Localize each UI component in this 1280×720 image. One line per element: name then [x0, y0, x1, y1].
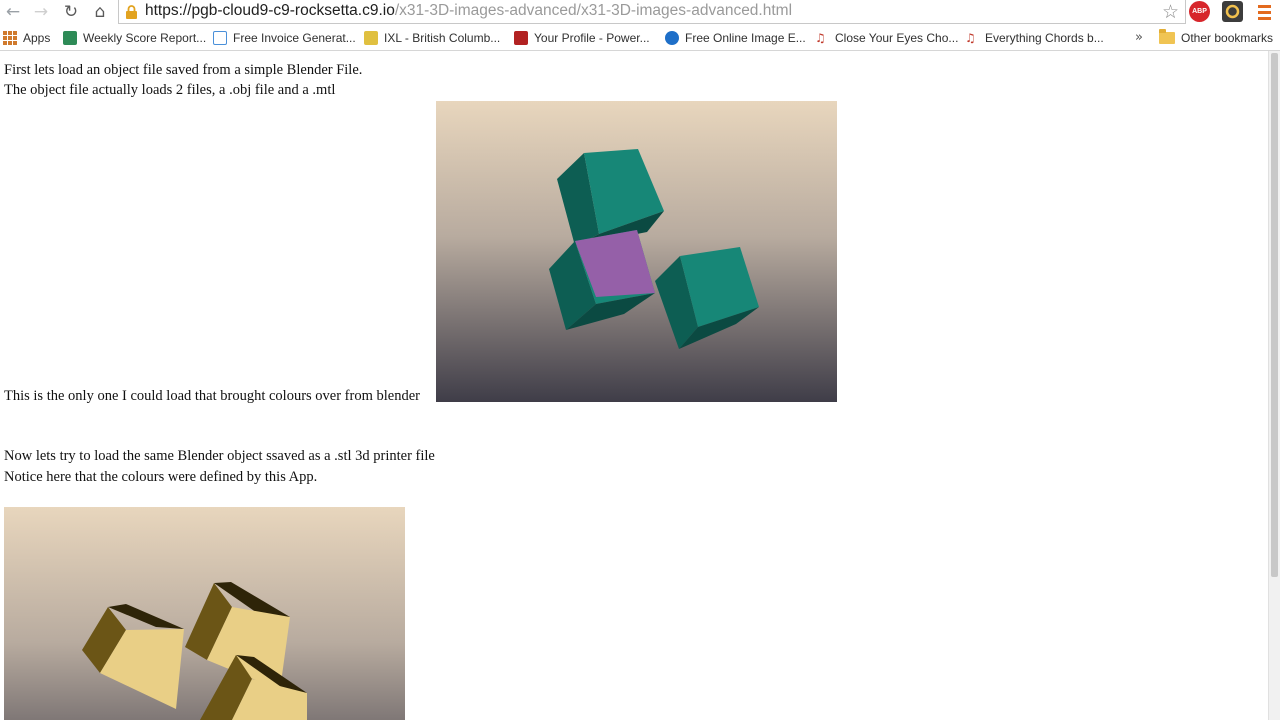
apps-grid-icon	[3, 31, 17, 45]
guitar-icon: ♫	[965, 31, 976, 45]
browser-toolbar: ← → ↻ ⌂ https://pgb-cloud9-c9-rocksetta.…	[0, 0, 1280, 26]
home-icon[interactable]: ⌂	[89, 1, 111, 23]
forward-arrow-icon[interactable]: →	[30, 1, 52, 23]
address-bar[interactable]: https://pgb-cloud9-c9-rocksetta.c9.io/x3…	[118, 0, 1186, 24]
lock-icon	[126, 5, 137, 19]
stl-intro-text-line-2: Notice here that the colours were define…	[4, 469, 318, 485]
document-icon	[213, 31, 227, 45]
ixl-icon	[364, 31, 378, 45]
bookmark-ixl[interactable]: IXL - British Columb...	[364, 30, 500, 46]
vertical-scrollbar[interactable]	[1268, 51, 1280, 720]
abp-label: ABP	[1192, 8, 1207, 15]
obj-caption-text: This is the only one I could load that b…	[4, 388, 420, 404]
stl-model-render	[4, 507, 405, 720]
extension-glyph-icon	[1225, 4, 1240, 19]
url-host: https://pgb-cloud9-c9-rocksetta.c9.io	[145, 2, 395, 19]
bookmark-label: Other bookmarks	[1181, 31, 1274, 45]
bookmark-free-invoice[interactable]: Free Invoice Generat...	[213, 30, 356, 46]
scrollbar-thumb[interactable]	[1271, 53, 1278, 577]
bookmark-weekly-score[interactable]: Weekly Score Report...	[63, 30, 206, 46]
powerschool-icon	[514, 31, 528, 45]
obj-model-viewer[interactable]	[436, 101, 837, 402]
bookmark-everything-chords[interactable]: ♫ Everything Chords b...	[965, 30, 1104, 46]
bookmark-label: Close Your Eyes Cho...	[835, 31, 959, 45]
intro-text-line-2: The object file actually loads 2 files, …	[4, 82, 336, 98]
bookmark-label: IXL - British Columb...	[384, 31, 501, 45]
bookmark-your-profile[interactable]: Your Profile - Power...	[514, 30, 650, 46]
intro-text-line-1: First lets load an object file saved fro…	[4, 62, 363, 78]
folder-icon	[1159, 29, 1175, 44]
bookmark-label: Free Online Image E...	[685, 31, 806, 45]
url-text[interactable]: https://pgb-cloud9-c9-rocksetta.c9.io/x3…	[145, 2, 792, 20]
sheets-icon	[63, 31, 77, 45]
globe-icon	[665, 31, 679, 45]
obj-model-render	[436, 101, 837, 402]
reload-icon[interactable]: ↻	[60, 1, 82, 23]
bookmark-label: Weekly Score Report...	[83, 31, 207, 45]
back-arrow-icon[interactable]: ←	[2, 1, 24, 23]
bookmark-label: Everything Chords b...	[985, 31, 1104, 45]
stl-model-viewer[interactable]	[4, 507, 405, 720]
bookmarks-overflow-chevron-icon[interactable]: »	[1135, 30, 1143, 45]
page-content: First lets load an object file saved fro…	[0, 51, 1268, 720]
bookmark-apps[interactable]: Apps	[3, 30, 50, 46]
stl-intro-text-line-1: Now lets try to load the same Blender ob…	[4, 448, 435, 464]
bookmark-other-bookmarks[interactable]: Other bookmarks	[1159, 29, 1274, 46]
bookmark-close-your-eyes[interactable]: ♫ Close Your Eyes Cho...	[815, 30, 958, 46]
extension-icon[interactable]	[1222, 1, 1243, 22]
guitar-icon: ♫	[815, 31, 826, 45]
bookmark-label: Free Invoice Generat...	[233, 31, 356, 45]
adblock-extension-icon[interactable]: ABP	[1189, 1, 1210, 22]
bookmark-label: Your Profile - Power...	[534, 31, 650, 45]
browser-menu-icon[interactable]	[1254, 2, 1274, 22]
bookmark-free-online-image[interactable]: Free Online Image E...	[665, 30, 806, 46]
bookmark-apps-label: Apps	[23, 31, 51, 45]
bookmarks-bar: Apps Weekly Score Report... Free Invoice…	[0, 26, 1280, 51]
url-path: /x31-3D-images-advanced/x31-3D-images-ad…	[394, 2, 793, 19]
bookmark-star-icon[interactable]: ☆	[1162, 1, 1179, 23]
